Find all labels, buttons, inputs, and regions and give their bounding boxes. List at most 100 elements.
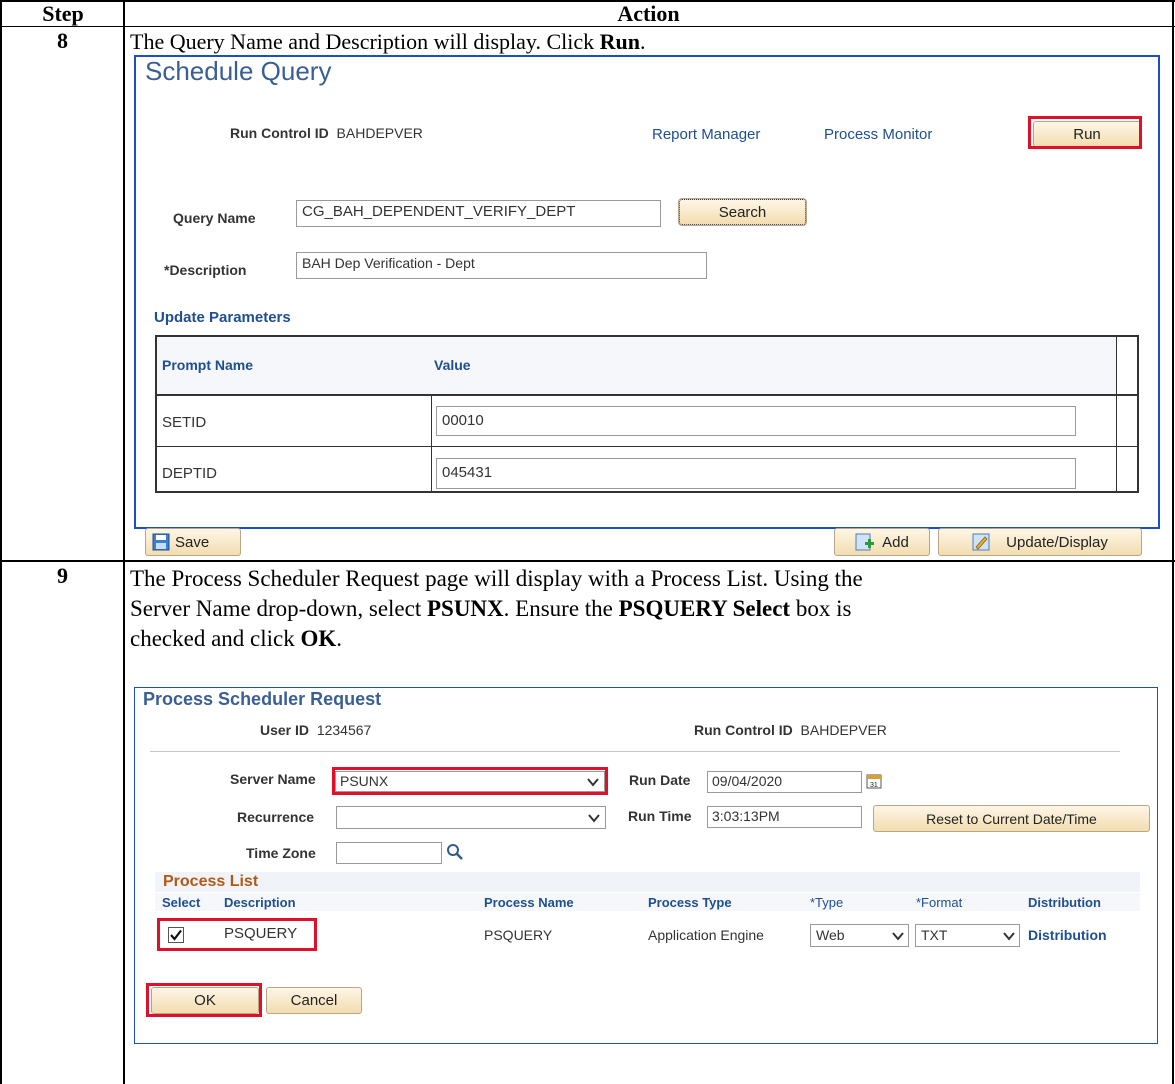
column-distribution: Distribution [1028,895,1101,910]
reset-datetime-button[interactable]: Reset to Current Date/Time [873,805,1150,832]
step-number: 9 [57,563,68,588]
instruction-line: Server Name drop-down, select PSUNX. Ens… [130,594,863,624]
grid-header-value-text: Value [434,357,471,373]
type-select[interactable]: Web [810,924,909,947]
run-button-highlight [1028,116,1142,149]
description-label: *Description [164,262,246,278]
recurrence-select[interactable] [336,806,606,829]
magnifier-icon[interactable] [446,843,464,861]
recurrence-label-text: Recurrence [237,809,315,825]
instruction-text: checked and click [130,626,301,651]
time-zone-input[interactable] [336,842,442,864]
page-title: Schedule Query [145,56,332,86]
query-name-label-text: Query Name [173,210,256,226]
server-name-label-text: Server Name [230,771,316,787]
instruction-text: . [640,29,646,54]
step-number: 8 [57,28,68,53]
cancel-button[interactable]: Cancel [266,987,362,1014]
run-control-id: Run Control ID BAHDEPVER [230,125,423,141]
update-parameters-title: Update Parameters [154,309,291,326]
query-name-input[interactable]: CG_BAH_DEPENDENT_VERIFY_DEPT [296,200,661,227]
description-input[interactable]: BAH Dep Verification - Dept [296,252,707,279]
param-prompt-deptid: DEPTID [162,465,218,482]
run-control-id-value: BAHDEPVER [800,722,887,738]
step-instruction: The Process Scheduler Request page will … [130,564,863,654]
grid-header-prompt-name: Prompt Name [162,357,253,373]
report-manager-link[interactable]: Report Manager [652,126,760,143]
save-button[interactable]: Save [145,528,241,556]
column-select: Select [162,895,201,910]
server-name-label: Server Name [230,771,316,787]
update-display-button[interactable]: Update/Display [938,528,1142,556]
run-date-label: Run Date [629,772,690,788]
column-process-name: Process Name [484,895,574,910]
run-control-id-label: Run Control ID [694,722,793,738]
recurrence-label: Recurrence [237,809,314,825]
run-time-input[interactable]: 3:03:13PM [707,806,862,828]
header-action: Action [617,1,680,26]
instruction-text: The Query Name and Description will disp… [130,29,600,54]
instruction-text: Server Name drop-down, select [130,596,427,621]
user-id: User ID 1234567 [260,722,371,738]
column-format: *Format [916,895,963,910]
query-name-label: Query Name [173,210,255,226]
instruction-line: The Process Scheduler Request page will … [130,566,863,591]
description-label-text: *Description [164,262,247,278]
grid-header-prompt-name-text: Prompt Name [162,357,254,373]
format-select[interactable]: TXT [915,924,1020,947]
psquery-select-highlight [157,918,317,951]
user-id-value: 1234567 [316,722,372,738]
column-process-type: Process Type [648,895,732,910]
step-instruction: The Query Name and Description will disp… [130,29,646,55]
run-control-id: Run Control ID BAHDEPVER [694,722,887,738]
save-button-label: Save [175,533,210,551]
instruction-text: . Ensure the [503,596,619,621]
row-process-type: Application Engine [648,927,764,943]
column-type: *Type [810,895,844,910]
run-time-label-text: Run Time [628,808,692,824]
process-list-title: Process List [163,873,259,890]
chevron-down-icon [892,932,904,941]
search-button[interactable]: Search [678,198,807,226]
header-divider [150,751,1120,752]
instruction-bold: PSQUERY Select [618,596,791,621]
instruction-bold: Run [599,29,640,54]
svg-text:31: 31 [870,782,878,789]
run-time-label: Run Time [628,808,692,824]
chevron-down-icon [588,814,600,823]
process-monitor-link[interactable]: Process Monitor [824,126,932,143]
add-button[interactable]: Add [834,528,930,556]
header-step: Step [42,1,84,26]
page-title: Process Scheduler Request [143,689,382,709]
distribution-link[interactable]: Distribution [1028,927,1107,943]
param-prompt-setid: SETID [162,414,207,431]
column-description: Description [224,895,296,910]
instruction-text: box is [790,596,852,621]
run-date-input[interactable]: 09/04/2020 [707,771,862,793]
time-zone-label: Time Zone [246,845,316,861]
update-display-button-label: Update/Display [1006,533,1108,551]
add-icon [855,533,875,551]
time-zone-label-text: Time Zone [246,845,316,861]
instruction-line: checked and click OK. [130,624,863,654]
row-process-name: PSQUERY [484,927,553,943]
grid-header-value: Value [434,357,471,373]
pencil-icon [972,533,990,551]
add-button-label: Add [882,533,909,551]
save-icon [152,533,170,551]
instruction-bold: OK [300,626,337,651]
chevron-down-icon [1003,932,1015,941]
calendar-icon[interactable]: 31 [866,773,882,789]
run-date-label-text: Run Date [629,772,691,788]
param-value-deptid-input[interactable]: 045431 [436,458,1076,489]
instruction-bold: PSUNX [426,596,504,621]
grid-header-row [157,337,1116,394]
user-id-label: User ID [260,722,310,738]
instruction-text: . [336,626,343,651]
format-value: TXT [921,927,948,943]
run-control-id-value: BAHDEPVER [336,125,423,141]
type-value: Web [816,927,845,943]
param-value-setid-input[interactable]: 00010 [436,406,1076,436]
process-list-header [155,872,1140,892]
server-name-highlight [332,767,608,795]
